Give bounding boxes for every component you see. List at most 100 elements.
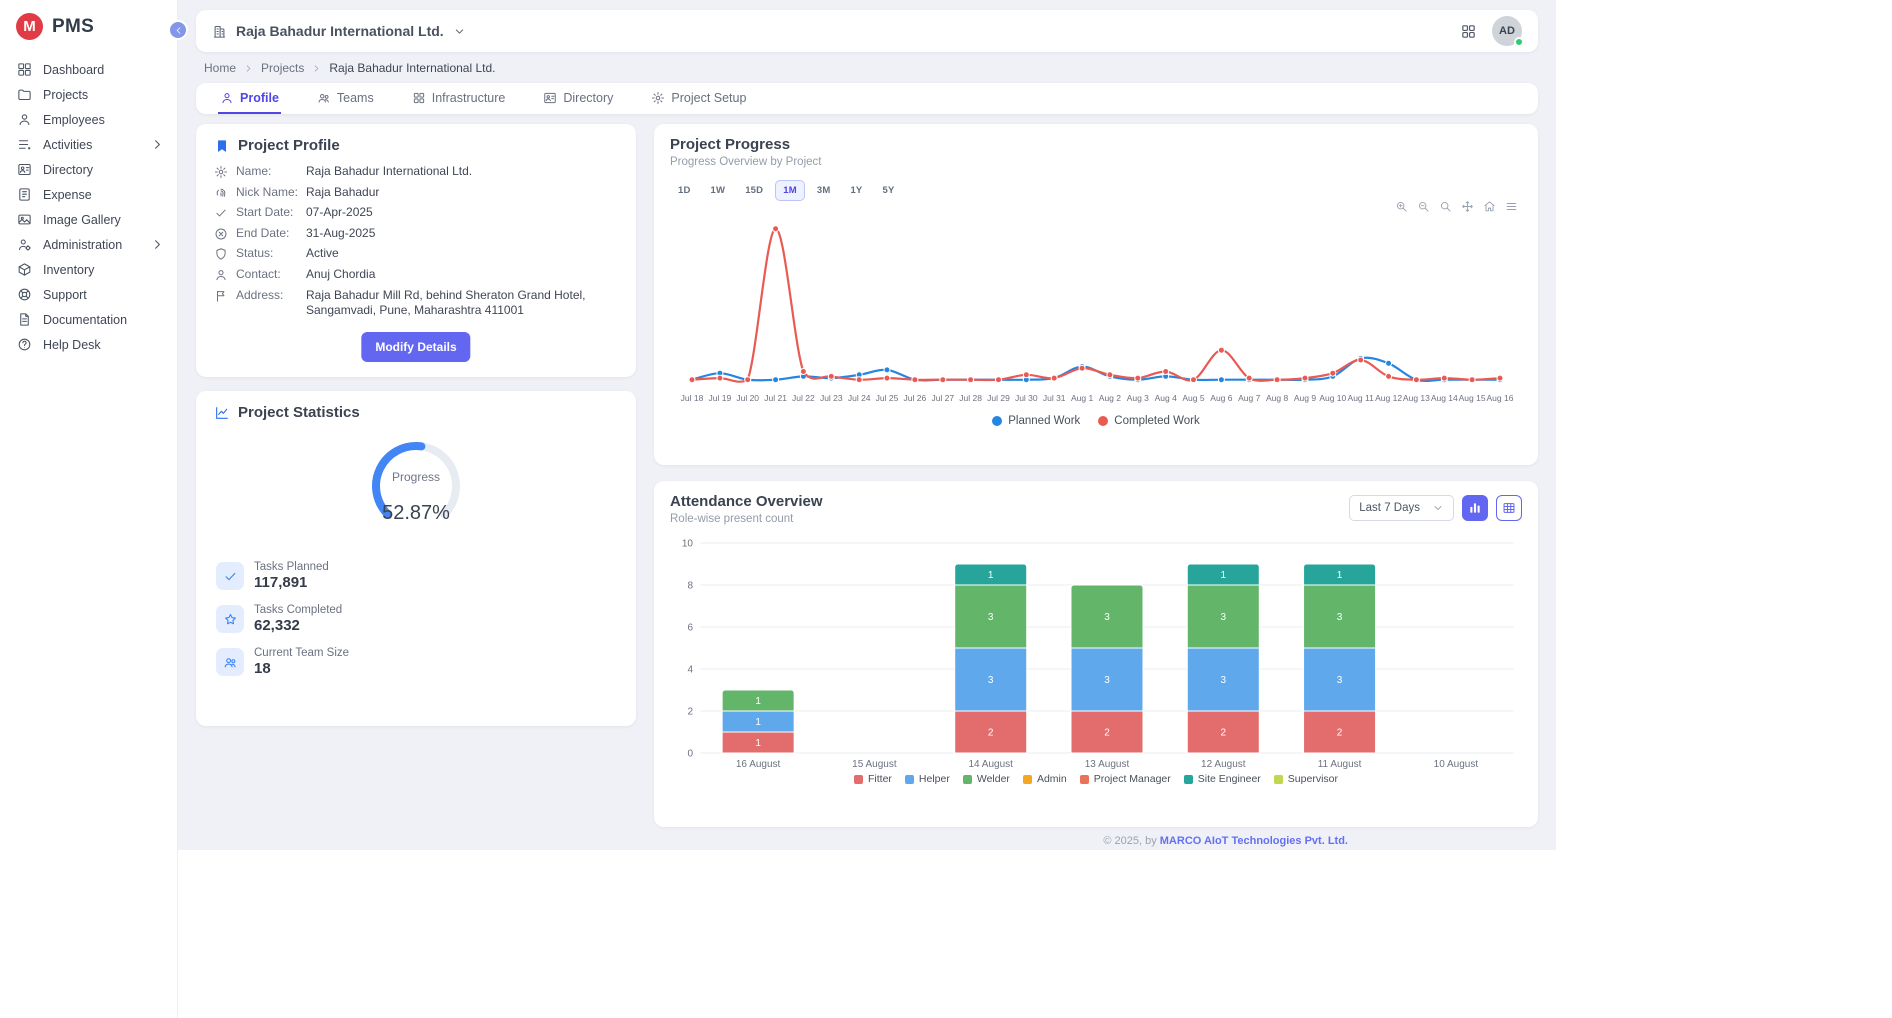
tab-project-setup[interactable]: Project Setup [649, 83, 748, 114]
range-15d[interactable]: 15D [737, 180, 771, 201]
company-selector[interactable]: Raja Bahadur International Ltd. [212, 23, 466, 39]
x-axis-label: Jul 18 [681, 393, 704, 403]
legend-admin[interactable]: Admin [1023, 773, 1067, 785]
legend-supervisor[interactable]: Supervisor [1274, 773, 1338, 785]
data-point-completed-work[interactable] [1413, 377, 1419, 383]
legend-site-engineer[interactable]: Site Engineer [1184, 773, 1261, 785]
breadcrumb: Home Projects Raja Bahadur International L… [196, 52, 1538, 81]
x-axis-label: Jul 29 [987, 393, 1010, 403]
data-point-completed-work[interactable] [1330, 370, 1336, 376]
modify-details-button[interactable]: Modify Details [361, 332, 470, 362]
legend-fitter[interactable]: Fitter [854, 773, 892, 785]
tab-teams[interactable]: Teams [315, 83, 376, 114]
range-1w[interactable]: 1W [703, 180, 734, 201]
data-point-completed-work[interactable] [968, 377, 974, 383]
data-point-planned-work[interactable] [773, 377, 779, 383]
attendance-bar-chart[interactable]: 024681016 August11115 August14 August233… [670, 533, 1522, 771]
zoom-in-button[interactable] [1395, 200, 1408, 213]
data-point-completed-work[interactable] [1302, 375, 1308, 381]
days-filter-select[interactable]: Last 7 Days [1349, 495, 1454, 521]
data-point-completed-work[interactable] [800, 369, 806, 375]
data-point-planned-work[interactable] [1218, 377, 1224, 383]
zoom-out-button[interactable] [1417, 200, 1430, 213]
data-point-completed-work[interactable] [884, 375, 890, 381]
table-view-toggle[interactable] [1496, 495, 1522, 521]
range-1m[interactable]: 1M [775, 180, 805, 201]
breadcrumb-raja-bahadur-international-ltd[interactable]: Raja Bahadur International Ltd. [329, 61, 495, 75]
range-1d[interactable]: 1D [670, 180, 699, 201]
sidebar-item-employees[interactable]: Employees [0, 107, 177, 132]
range-5y[interactable]: 5Y [874, 180, 902, 201]
data-point-completed-work[interactable] [1358, 357, 1364, 363]
pan-button[interactable] [1461, 200, 1474, 213]
data-point-completed-work[interactable] [717, 375, 723, 381]
data-point-completed-work[interactable] [1497, 375, 1503, 381]
legend-helper[interactable]: Helper [905, 773, 950, 785]
data-point-completed-work[interactable] [1135, 375, 1141, 381]
sidebar-collapse-button[interactable] [168, 20, 188, 40]
apps-grid-button[interactable] [1460, 23, 1477, 40]
data-point-completed-work[interactable] [940, 377, 946, 383]
sidebar-item-projects[interactable]: Projects [0, 82, 177, 107]
data-point-completed-work[interactable] [1023, 372, 1029, 378]
sidebar-item-activities[interactable]: Activities [0, 132, 177, 157]
data-point-completed-work[interactable] [1274, 377, 1280, 383]
selection-zoom-button[interactable] [1439, 200, 1452, 213]
user-avatar[interactable]: AD [1492, 16, 1522, 46]
footer-link[interactable]: MARCO AIoT Technologies Pvt. Ltd. [1160, 835, 1348, 847]
data-point-completed-work[interactable] [828, 373, 834, 379]
data-point-completed-work[interactable] [1441, 375, 1447, 381]
sidebar-item-image-gallery[interactable]: Image Gallery [0, 207, 177, 232]
sidebar-item-directory[interactable]: Directory [0, 157, 177, 182]
projects-icon [17, 87, 32, 102]
tab-profile[interactable]: Profile [218, 83, 281, 114]
legend-project-manager[interactable]: Project Manager [1080, 773, 1171, 785]
data-point-completed-work[interactable] [912, 377, 918, 383]
data-point-completed-work[interactable] [1079, 365, 1085, 371]
sidebar-item-support[interactable]: Support [0, 282, 177, 307]
profile-fields: Name:Raja Bahadur International Ltd.Nick… [214, 164, 618, 319]
data-point-completed-work[interactable] [1246, 375, 1252, 381]
range-1y[interactable]: 1Y [842, 180, 870, 201]
data-point-completed-work[interactable] [689, 377, 695, 383]
data-point-completed-work[interactable] [1191, 377, 1197, 383]
tab-infrastructure[interactable]: Infrastructure [410, 83, 508, 114]
range-3m[interactable]: 3M [809, 180, 839, 201]
breadcrumb-projects[interactable]: Projects [261, 61, 304, 75]
legend-planned-work[interactable]: Planned Work [992, 415, 1080, 427]
support-icon [17, 287, 32, 302]
sidebar-item-expense[interactable]: Expense [0, 182, 177, 207]
data-point-completed-work[interactable] [1386, 373, 1392, 379]
tab-label-project-setup: Project Setup [671, 91, 746, 105]
data-point-planned-work[interactable] [1386, 360, 1392, 366]
data-point-completed-work[interactable] [745, 377, 751, 383]
reset-zoom-button[interactable] [1483, 200, 1496, 213]
check-icon [223, 569, 238, 584]
legend-welder[interactable]: Welder [963, 773, 1010, 785]
app-logo[interactable]: M PMS [0, 0, 177, 55]
sidebar-item-inventory[interactable]: Inventory [0, 257, 177, 282]
sidebar-item-documentation[interactable]: Documentation [0, 307, 177, 332]
menu-button[interactable] [1505, 200, 1518, 213]
data-point-completed-work[interactable] [1469, 377, 1475, 383]
progress-line-chart[interactable]: Jul 18Jul 19Jul 20Jul 21Jul 22Jul 23Jul … [670, 203, 1522, 415]
x-axis-label: 11 August [1318, 759, 1362, 770]
data-point-planned-work[interactable] [884, 367, 890, 373]
breadcrumb-home[interactable]: Home [204, 61, 236, 75]
data-point-completed-work[interactable] [773, 226, 779, 232]
bar-value-label: 3 [1221, 675, 1227, 686]
app-root: M PMS DashboardProjectsEmployeesActiviti… [0, 0, 1892, 1018]
data-point-completed-work[interactable] [996, 377, 1002, 383]
data-point-completed-work[interactable] [1107, 372, 1113, 378]
data-point-completed-work[interactable] [1218, 347, 1224, 353]
sidebar-item-administration[interactable]: Administration [0, 232, 177, 257]
sidebar-item-help-desk[interactable]: Help Desk [0, 332, 177, 357]
legend-completed-work[interactable]: Completed Work [1098, 415, 1199, 427]
data-point-completed-work[interactable] [1051, 375, 1057, 381]
data-point-completed-work[interactable] [856, 377, 862, 383]
chart-view-toggle[interactable] [1462, 495, 1488, 521]
stat-tasks-completed: Tasks Completed62,332 [216, 604, 618, 634]
sidebar-item-dashboard[interactable]: Dashboard [0, 57, 177, 82]
tab-directory[interactable]: Directory [541, 83, 615, 114]
data-point-completed-work[interactable] [1163, 369, 1169, 375]
